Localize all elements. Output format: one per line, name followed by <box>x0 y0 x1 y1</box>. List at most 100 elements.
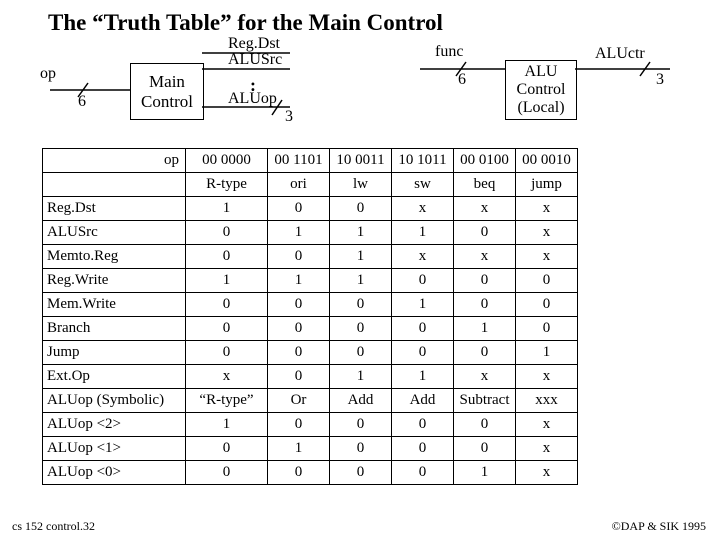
row-header: Branch <box>43 317 186 341</box>
table-cell: 1 <box>454 317 516 341</box>
table-cell: Subtract <box>454 389 516 413</box>
table-cell: x <box>516 197 578 221</box>
table-cell: 0 <box>454 221 516 245</box>
alu-control-line1: ALU <box>525 63 558 81</box>
footer-right: ©DAP & SIK 1995 <box>612 519 706 534</box>
row-header: ALUop (Symbolic) <box>43 389 186 413</box>
table-cell: 0 <box>268 413 330 437</box>
table-cell: 0 <box>186 293 268 317</box>
table-row: Ext.Opx011xx <box>43 365 578 389</box>
table-cell: 0 <box>454 293 516 317</box>
table-cell: 1 <box>330 365 392 389</box>
aluctr-width: 3 <box>656 71 664 89</box>
table-cell: jump <box>516 173 578 197</box>
table-cell: x <box>516 245 578 269</box>
control-diagram: op 6 Main Control Reg.Dst ALUSrc : ALUop… <box>40 45 680 145</box>
table-cell: x <box>392 245 454 269</box>
table-row: Branch000010 <box>43 317 578 341</box>
table-cell: 1 <box>392 293 454 317</box>
table-cell: 10 0011 <box>330 149 392 173</box>
table-cell: 0 <box>454 413 516 437</box>
table-row: ALUop <2>10000x <box>43 413 578 437</box>
table-cell: 1 <box>516 341 578 365</box>
row-header: Reg.Write <box>43 269 186 293</box>
table-cell: xxx <box>516 389 578 413</box>
table-cell: 1 <box>186 413 268 437</box>
table-cell: 0 <box>454 269 516 293</box>
row-header: Memto.Reg <box>43 245 186 269</box>
table-cell: x <box>516 461 578 485</box>
table-row: ALUop <0>00001x <box>43 461 578 485</box>
row-header: Ext.Op <box>43 365 186 389</box>
table-cell: 00 1101 <box>268 149 330 173</box>
table-cell: 0 <box>268 317 330 341</box>
main-control-line1: Main <box>149 72 185 92</box>
row-header: Reg.Dst <box>43 197 186 221</box>
table-cell: 0 <box>392 341 454 365</box>
table-cell: 1 <box>330 221 392 245</box>
main-control-line2: Control <box>141 92 193 112</box>
table-cell: 0 <box>268 293 330 317</box>
table-cell: 0 <box>454 437 516 461</box>
table-cell: lw <box>330 173 392 197</box>
page-title: The “Truth Table” for the Main Control <box>48 10 443 36</box>
table-cell: 0 <box>268 245 330 269</box>
table-cell: x <box>392 197 454 221</box>
table-cell: 1 <box>268 437 330 461</box>
table-cell: beq <box>454 173 516 197</box>
table-row: Mem.Write000100 <box>43 293 578 317</box>
row-header: ALUop <1> <box>43 437 186 461</box>
table-cell: x <box>516 221 578 245</box>
table-cell: 1 <box>186 197 268 221</box>
table-cell: 0 <box>268 341 330 365</box>
table-cell: 1 <box>268 221 330 245</box>
table-cell: 0 <box>516 317 578 341</box>
table-cell: 0 <box>330 197 392 221</box>
table-cell: Add <box>392 389 454 413</box>
table-cell: 0 <box>392 461 454 485</box>
table-cell: “R-type” <box>186 389 268 413</box>
table-cell: 0 <box>268 197 330 221</box>
table-cell: 0 <box>392 437 454 461</box>
table-cell: R-type <box>186 173 268 197</box>
row-header: ALUop <0> <box>43 461 186 485</box>
table-cell: 10 1011 <box>392 149 454 173</box>
row-header <box>43 173 186 197</box>
table-cell: 0 <box>330 317 392 341</box>
row-header: Jump <box>43 341 186 365</box>
truth-table: op00 000000 110110 001110 101100 010000 … <box>42 148 578 485</box>
table-row: Reg.Write111000 <box>43 269 578 293</box>
table-cell: 0 <box>186 341 268 365</box>
row-header: ALUop <2> <box>43 413 186 437</box>
table-cell: 0 <box>268 461 330 485</box>
table-cell: 0 <box>186 317 268 341</box>
table-cell: x <box>454 365 516 389</box>
func-label: func <box>435 43 463 61</box>
table-cell: 0 <box>186 437 268 461</box>
table-cell: 00 0100 <box>454 149 516 173</box>
table-cell: Add <box>330 389 392 413</box>
table-cell: x <box>516 437 578 461</box>
aluop-width: 3 <box>285 108 293 126</box>
alu-control-line3: (Local) <box>517 99 564 117</box>
table-cell: sw <box>392 173 454 197</box>
table-row: ALUop <1>01000x <box>43 437 578 461</box>
func-width: 6 <box>458 71 466 89</box>
table-cell: 0 <box>186 461 268 485</box>
table-cell: 0 <box>330 437 392 461</box>
footer-left: cs 152 control.32 <box>12 519 95 534</box>
op-width: 6 <box>78 93 86 111</box>
table-cell: 0 <box>330 293 392 317</box>
table-cell: 0 <box>516 269 578 293</box>
table-cell: 00 0010 <box>516 149 578 173</box>
table-cell: 0 <box>186 221 268 245</box>
table-cell: 1 <box>186 269 268 293</box>
row-header: ALUSrc <box>43 221 186 245</box>
table-cell: 1 <box>454 461 516 485</box>
aluop-label: ALUop <box>228 90 277 108</box>
alu-control-box: ALU Control (Local) <box>505 60 577 120</box>
table-cell: 0 <box>516 293 578 317</box>
aluctr-label: ALUctr <box>595 45 645 63</box>
table-cell: x <box>186 365 268 389</box>
table-row: Jump000001 <box>43 341 578 365</box>
